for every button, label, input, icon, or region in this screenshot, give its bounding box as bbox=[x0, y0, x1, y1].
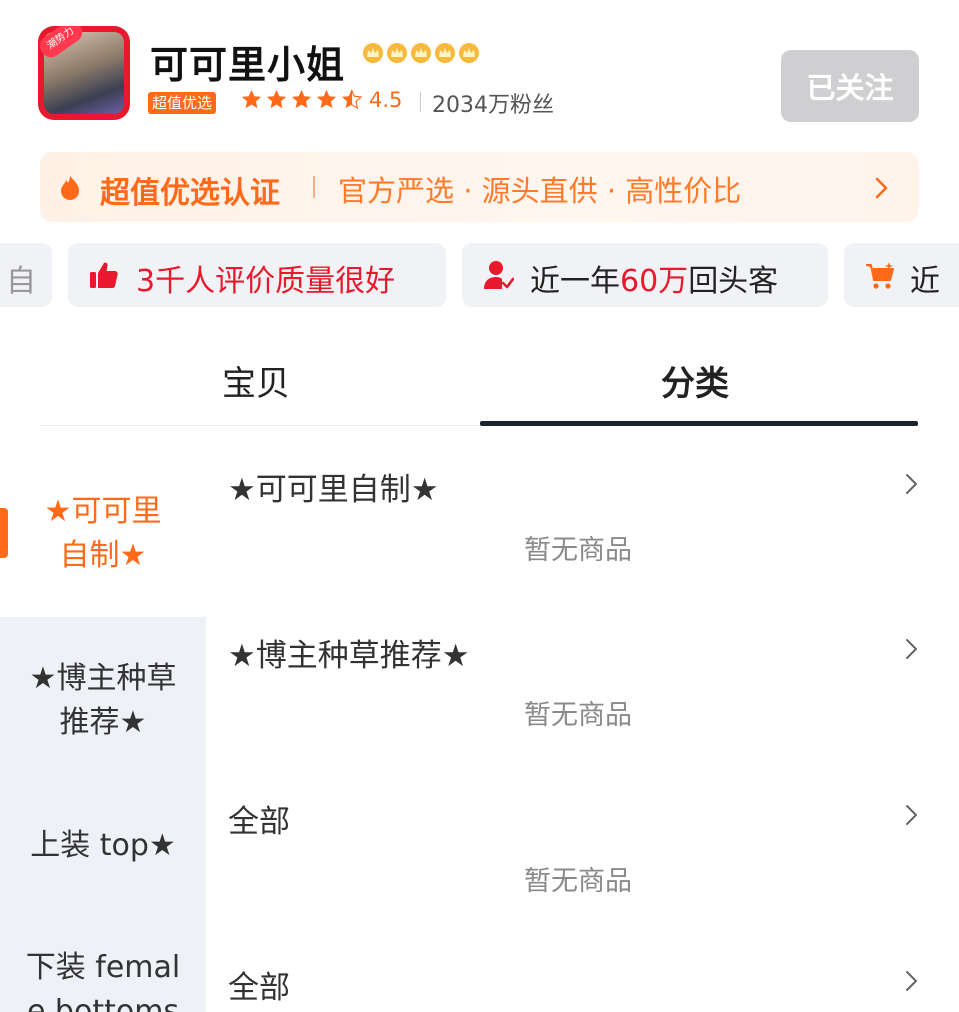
category-title[interactable]: ★博主种草推荐★ bbox=[228, 630, 470, 675]
highlight-emphasis: 质量很好 bbox=[275, 264, 396, 299]
highlight-chip-repeat[interactable]: 近一年60万回头客 bbox=[462, 243, 828, 307]
highlight-suffix: 回头客 bbox=[688, 264, 779, 299]
category-title[interactable]: ★可可里自制★ bbox=[228, 464, 439, 509]
highlight-chip-text: 自 bbox=[6, 264, 36, 299]
store-name: 可可里小姐 bbox=[150, 43, 346, 87]
category-title[interactable]: 全部 bbox=[228, 962, 290, 1007]
rating-stars bbox=[240, 88, 363, 111]
user-icon bbox=[484, 261, 514, 289]
empty-state-text: 暂无商品 bbox=[524, 535, 632, 566]
sidebar-item-label: e bottoms bbox=[26, 994, 180, 1012]
highlight-chip-text: 3千人评价质量很好 bbox=[136, 256, 395, 300]
highlight-emphasis: 60万 bbox=[620, 264, 689, 299]
cart-icon bbox=[866, 262, 894, 289]
sidebar-item-label: ★博主种草 bbox=[29, 661, 177, 696]
follow-button[interactable]: 已关注 bbox=[781, 50, 919, 122]
chevron-right-icon[interactable] bbox=[872, 176, 892, 200]
sidebar-item-bottoms[interactable]: 下装 femal e bottoms bbox=[0, 946, 206, 1012]
half-star-icon bbox=[341, 89, 363, 110]
chevron-right-icon[interactable] bbox=[904, 637, 920, 661]
value-pick-tag: 超值优选 bbox=[148, 92, 217, 114]
highlight-chip-3[interactable]: 近 bbox=[844, 243, 959, 307]
sidebar-item-label: 推荐★ bbox=[59, 705, 147, 740]
certification-description: 官方严选 · 源头直供 · 高性价比 bbox=[338, 174, 742, 208]
crown-level bbox=[362, 42, 480, 64]
fans-count: 2034万粉丝 bbox=[432, 93, 554, 118]
chevron-right-icon[interactable] bbox=[904, 969, 920, 993]
highlight-chip-0[interactable]: 自 bbox=[0, 243, 52, 307]
empty-state-text: 暂无商品 bbox=[524, 866, 632, 897]
tab-items[interactable]: 宝贝 bbox=[222, 356, 290, 405]
thumbs-up-icon bbox=[90, 262, 118, 288]
certification-title: 超值优选认证 bbox=[100, 176, 280, 211]
highlight-chip-text: 近 bbox=[910, 264, 940, 299]
category-title[interactable]: 全部 bbox=[228, 796, 290, 841]
chevron-right-icon[interactable] bbox=[904, 472, 920, 496]
sidebar-item-tops[interactable]: 上装 top★ bbox=[0, 824, 206, 868]
sidebar-item-label: 下装 femal bbox=[25, 950, 181, 985]
highlight-prefix: 近一年 bbox=[530, 264, 620, 299]
rating-value: 4.5 bbox=[369, 88, 403, 112]
star-icon bbox=[316, 89, 337, 109]
crown-icon bbox=[435, 43, 455, 63]
empty-state-text: 暂无商品 bbox=[524, 700, 632, 731]
crown-icon bbox=[411, 43, 431, 63]
crown-icon bbox=[387, 43, 407, 63]
star-icon bbox=[291, 89, 312, 109]
crown-icon bbox=[363, 43, 383, 63]
crown-icon bbox=[459, 43, 479, 63]
active-tab-indicator bbox=[480, 421, 918, 426]
sidebar-item-label: 上装 top★ bbox=[30, 828, 176, 863]
highlight-chip-text: 近一年60万回头客 bbox=[530, 256, 778, 300]
divider bbox=[313, 176, 315, 198]
tab-categories[interactable]: 分类 bbox=[661, 356, 729, 405]
star-icon bbox=[241, 89, 262, 109]
sidebar-item-label: ★可可里 bbox=[44, 494, 162, 529]
store-header: 潮势力 可可里小姐 超值优选 4.5 2034万粉丝 已关注 bbox=[0, 0, 959, 140]
flame-icon bbox=[61, 176, 79, 200]
sidebar-item-blogger-picks[interactable]: ★博主种草 推荐★ bbox=[0, 657, 206, 745]
store-avatar[interactable]: 潮势力 bbox=[38, 26, 130, 120]
chevron-right-icon[interactable] bbox=[904, 803, 920, 827]
divider bbox=[420, 92, 421, 112]
highlight-chip-reviews[interactable]: 3千人评价质量很好 bbox=[68, 243, 446, 307]
sidebar-item-self-made[interactable]: ★可可里 自制★ bbox=[0, 490, 206, 578]
star-icon bbox=[266, 89, 287, 109]
sidebar-item-label: 自制★ bbox=[59, 538, 147, 573]
highlight-number: 3千人评价 bbox=[136, 264, 276, 299]
